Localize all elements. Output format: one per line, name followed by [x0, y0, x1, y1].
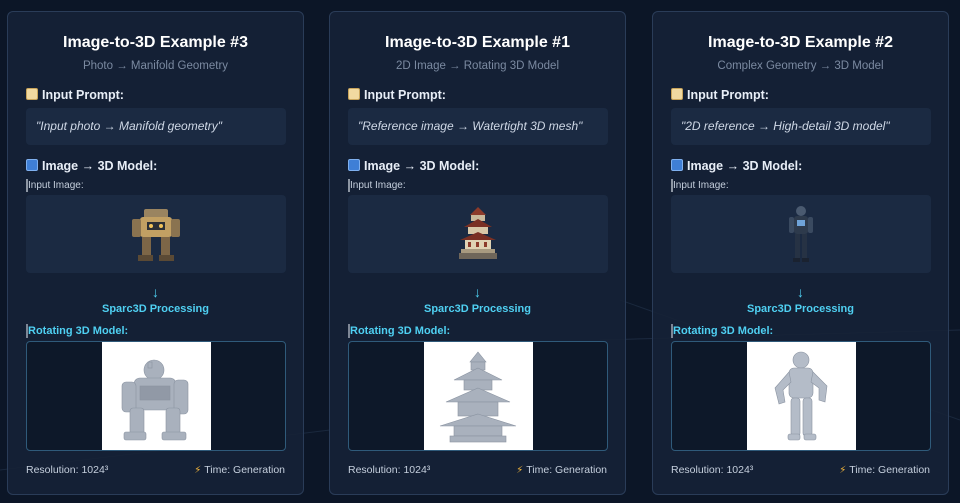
image-to-model-heading: Image → 3D Model:: [348, 159, 479, 173]
cycle-icon: [348, 159, 360, 171]
example-card-3: Image-to-3D Example #3 Photo → Manifold …: [7, 11, 304, 495]
card-subtitle: Photo → Manifold Geometry: [82, 60, 229, 72]
examples-grid: Image-to-3D Example #3 Photo → Manifold …: [7, 11, 953, 495]
resolution-info: Resolution: 1024³: [348, 464, 430, 476]
time-info: ⚡ Time: Generation: [194, 464, 285, 476]
time-text: Time: Generation: [204, 464, 285, 476]
card-title: Image-to-3D Example #2: [708, 34, 893, 51]
robot-mech-thumbnail: [132, 209, 180, 261]
character-thumbnail: [789, 206, 813, 262]
resolution-text: Resolution: 1024³: [671, 464, 754, 476]
processing-label: Sparc3D Processing: [102, 303, 209, 315]
card-title: Image-to-3D Example #1: [385, 34, 570, 51]
example-card-1: Image-to-3D Example #1 2D Image → Rotati…: [329, 11, 626, 495]
prompt-text: "Reference image → Watertight 3D mesh": [348, 108, 608, 145]
character-model: [774, 351, 828, 441]
time-info: ⚡ Time: Generation: [839, 464, 930, 476]
input-prompt-heading: Input Prompt:: [671, 88, 769, 102]
input-image-heading: Input Image:: [26, 179, 84, 192]
card-subtitle: 2D Image → Rotating 3D Model: [396, 60, 559, 72]
input-image-heading: Input Image:: [348, 179, 406, 192]
resolution-text: Resolution: 1024³: [26, 464, 109, 476]
model-render: [747, 342, 856, 450]
lightning-icon: ⚡: [839, 465, 847, 476]
memo-icon: [671, 88, 683, 100]
rotating-model-label: Rotating 3D Model:: [350, 325, 451, 337]
pagoda-model: [439, 351, 517, 443]
resolution-info: Resolution: 1024³: [26, 464, 108, 476]
processing-label: Sparc3D Processing: [424, 303, 531, 315]
example-card-2: Image-to-3D Example #2 Complex Geometry …: [652, 11, 949, 495]
rotating-model-label: Rotating 3D Model:: [28, 325, 129, 337]
image-to-model-label: Image → 3D Model:: [687, 159, 803, 173]
rotating-model-heading: Rotating 3D Model:: [671, 324, 774, 338]
image-to-model-label: Image → 3D Model:: [42, 159, 158, 173]
input-image-panel: [26, 195, 286, 273]
image-to-model-heading: Image → 3D Model:: [26, 159, 157, 173]
input-image-panel: [348, 195, 608, 273]
time-text: Time: Generation: [849, 464, 930, 476]
time-info: ⚡ Time: Generation: [516, 464, 607, 476]
process-arrow: ↓: [797, 284, 804, 300]
card-subtitle: Complex Geometry → 3D Model: [717, 60, 884, 72]
rotating-model-heading: Rotating 3D Model:: [348, 324, 451, 338]
robot-mech-model: [121, 359, 189, 441]
lightning-icon: ⚡: [516, 465, 524, 476]
memo-icon: [26, 88, 38, 100]
card-title: Image-to-3D Example #3: [63, 34, 248, 51]
resolution-text: Resolution: 1024³: [348, 464, 431, 476]
pagoda-thumbnail: [459, 207, 497, 259]
input-image-heading: Input Image:: [671, 179, 729, 192]
rotating-model-heading: Rotating 3D Model:: [26, 324, 129, 338]
cycle-icon: [671, 159, 683, 171]
prompt-text: "2D reference → High-detail 3D model": [671, 108, 931, 145]
input-prompt-heading: Input Prompt:: [26, 88, 124, 102]
input-image-label: Input Image:: [28, 180, 84, 191]
model-render: [102, 342, 211, 450]
process-arrow: ↓: [474, 284, 481, 300]
cycle-icon: [26, 159, 38, 171]
rotating-model-viewer[interactable]: [671, 341, 931, 451]
input-prompt-label: Input Prompt:: [687, 88, 769, 102]
input-prompt-label: Input Prompt:: [364, 88, 446, 102]
prompt-text: "Input photo → Manifold geometry": [26, 108, 286, 145]
image-to-model-heading: Image → 3D Model:: [671, 159, 802, 173]
input-image-label: Input Image:: [673, 180, 729, 191]
input-prompt-label: Input Prompt:: [42, 88, 124, 102]
input-prompt-heading: Input Prompt:: [348, 88, 446, 102]
rotating-model-viewer[interactable]: [348, 341, 608, 451]
input-image-label: Input Image:: [350, 180, 406, 191]
processing-label: Sparc3D Processing: [747, 303, 854, 315]
lightning-icon: ⚡: [194, 465, 202, 476]
model-render: [424, 342, 533, 450]
image-to-model-label: Image → 3D Model:: [364, 159, 480, 173]
rotating-model-label: Rotating 3D Model:: [673, 325, 774, 337]
memo-icon: [348, 88, 360, 100]
time-text: Time: Generation: [526, 464, 607, 476]
rotating-model-viewer[interactable]: [26, 341, 286, 451]
resolution-info: Resolution: 1024³: [671, 464, 753, 476]
input-image-panel: [671, 195, 931, 273]
process-arrow: ↓: [152, 284, 159, 300]
